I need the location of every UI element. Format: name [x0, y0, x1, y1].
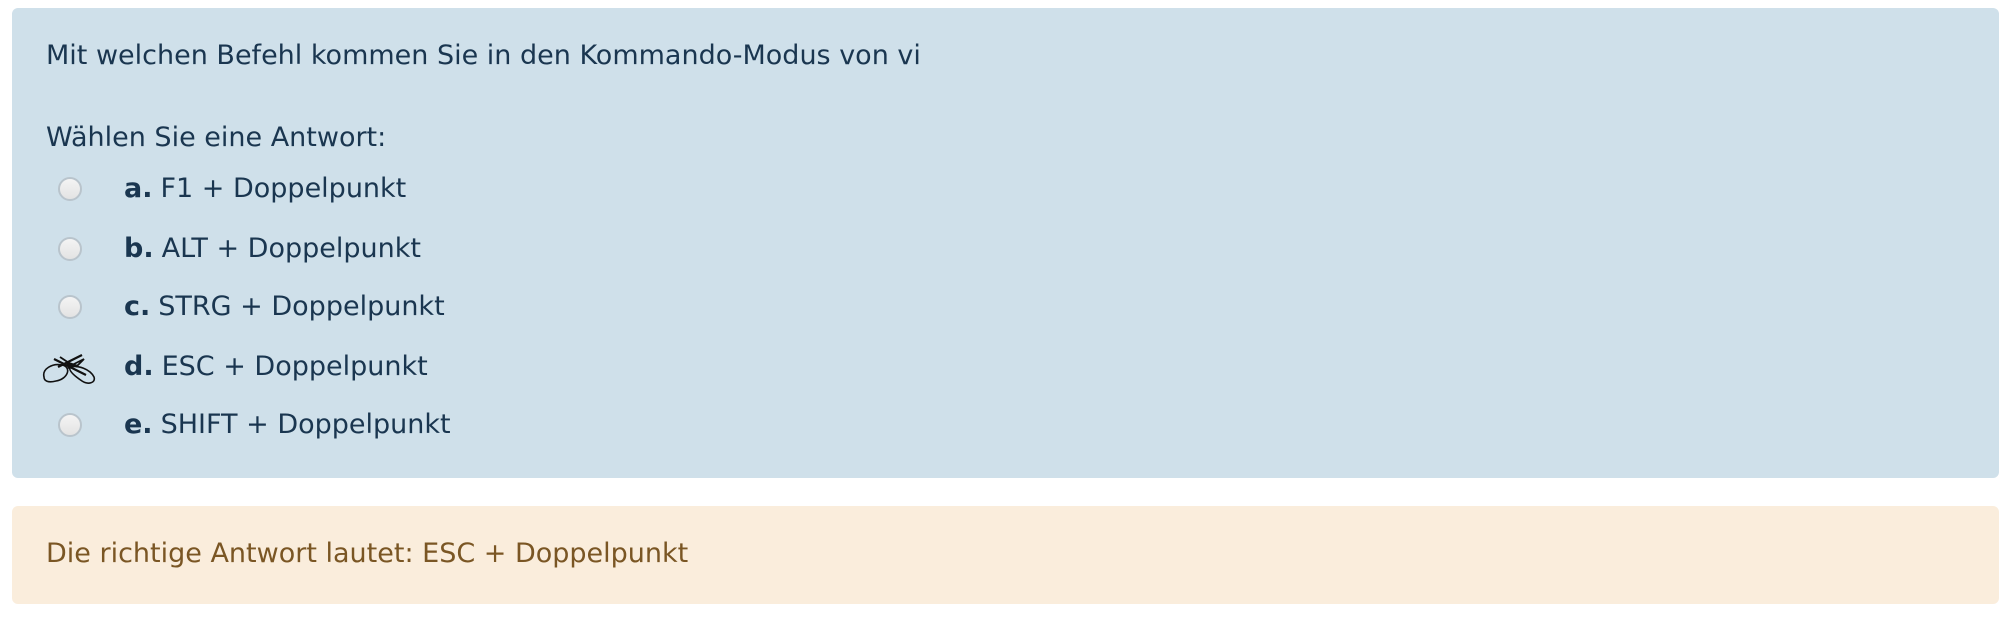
answer-option-a[interactable]: a. F1 + Doppelpunkt: [12, 169, 712, 209]
answer-text: ALT + Doppelpunkt: [161, 233, 421, 264]
answer-option-e[interactable]: e. SHIFT + Doppelpunkt: [12, 405, 712, 445]
radio-unchecked-icon[interactable]: [58, 295, 82, 319]
answer-letter: d.: [124, 351, 154, 382]
answer-prompt: Wählen Sie eine Antwort:: [46, 122, 387, 153]
radio-unchecked-icon[interactable]: [58, 413, 82, 437]
feedback-panel: Die richtige Antwort lautet: ESC + Doppe…: [12, 506, 1999, 604]
radio-unchecked-icon[interactable]: [58, 237, 82, 261]
answer-option-b[interactable]: b. ALT + Doppelpunkt: [12, 229, 712, 269]
answer-label: e. SHIFT + Doppelpunkt: [124, 405, 451, 445]
answer-label: d. ESC + Doppelpunkt: [124, 347, 428, 387]
answer-label: b. ALT + Doppelpunkt: [124, 229, 421, 269]
answer-letter: b.: [124, 233, 154, 264]
answer-option-d[interactable]: d. ESC + Doppelpunkt: [12, 347, 712, 387]
radio-unchecked-icon[interactable]: [58, 177, 82, 201]
answer-letter: a.: [124, 173, 153, 204]
answer-text: ESC + Doppelpunkt: [161, 351, 428, 382]
answer-option-c[interactable]: c. STRG + Doppelpunkt: [12, 287, 712, 327]
question-panel: Mit welchen Befehl kommen Sie in den Kom…: [12, 8, 1999, 478]
answer-text: F1 + Doppelpunkt: [160, 173, 407, 204]
answer-letter: c.: [124, 291, 151, 322]
answer-label: a. F1 + Doppelpunkt: [124, 169, 406, 209]
answer-text: STRG + Doppelpunkt: [158, 291, 445, 322]
hand-drawn-check-mark-icon[interactable]: [38, 343, 102, 391]
correct-answer-feedback: Die richtige Antwort lautet: ESC + Doppe…: [46, 538, 689, 569]
answer-letter: e.: [124, 409, 153, 440]
answer-text: SHIFT + Doppelpunkt: [160, 409, 451, 440]
question-text: Mit welchen Befehl kommen Sie in den Kom…: [46, 40, 921, 71]
answer-label: c. STRG + Doppelpunkt: [124, 287, 445, 327]
